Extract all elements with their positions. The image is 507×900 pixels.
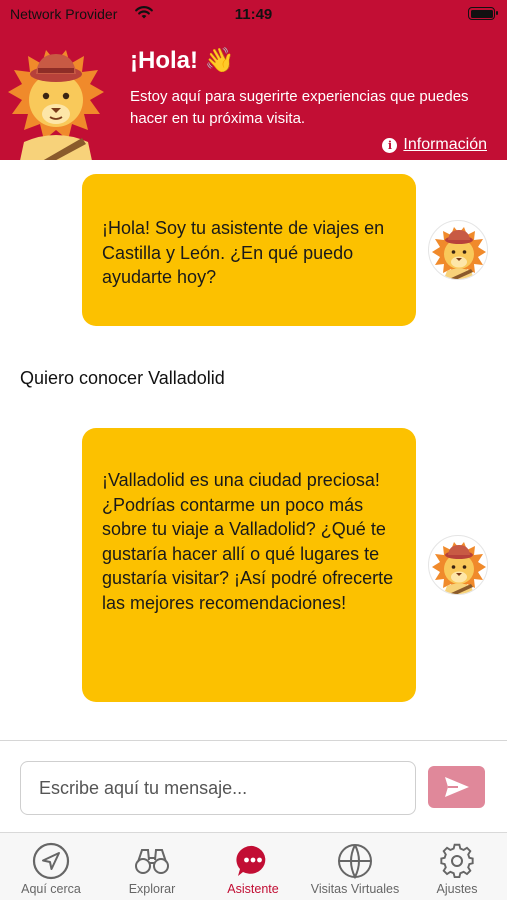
- tab-aqui-cerca[interactable]: Aquí cerca: [6, 833, 96, 900]
- greeting-subtitle: Estoy aquí para sugerirte experiencias q…: [130, 88, 469, 127]
- message-input[interactable]: [20, 761, 416, 815]
- assistant-message: ¡Valladolid es una ciudad preciosa! ¿Pod…: [82, 428, 416, 702]
- status-time: 11:49: [234, 6, 273, 23]
- send-icon: [444, 777, 469, 797]
- globe-icon: [336, 842, 374, 880]
- tab-label: Asistente: [227, 882, 279, 896]
- lion-avatar-icon: [428, 535, 488, 595]
- status-bar: Network Provider 11:49: [0, 0, 507, 28]
- assistant-message: ¡Hola! Soy tu asistente de viajes en Cas…: [82, 174, 416, 326]
- tab-asistente[interactable]: Asistente: [207, 833, 299, 900]
- navigation-arrow-icon: [32, 842, 70, 880]
- tab-label: Visitas Virtuales: [310, 882, 400, 896]
- header-banner: Network Provider 11:49 ¡Hola! 👋 Estoy aq…: [0, 0, 507, 160]
- binoculars-icon: [133, 842, 171, 880]
- info-link[interactable]: i Información: [382, 136, 487, 154]
- tab-explorar[interactable]: Explorar: [107, 833, 197, 900]
- battery-icon: [468, 7, 498, 20]
- greeting-title: ¡Hola! 👋: [130, 47, 235, 74]
- gear-icon: [438, 842, 476, 880]
- tab-label: Explorar: [128, 882, 176, 896]
- composer-divider: [0, 740, 507, 741]
- chat-bubble-icon: [234, 842, 272, 880]
- tab-label: Aquí cerca: [21, 882, 81, 896]
- tab-ajustes[interactable]: Ajustes: [414, 833, 500, 900]
- info-link-label: Información: [403, 136, 487, 153]
- chat-area[interactable]: ¡Hola! Soy tu asistente de viajes en Cas…: [0, 160, 507, 740]
- info-icon: i: [382, 137, 398, 153]
- user-message: Quiero conocer Valladolid: [20, 368, 225, 388]
- lion-avatar-icon: [428, 220, 488, 280]
- lion-mascot-icon: [4, 40, 108, 160]
- tab-bar: Aquí cerca Explorar Asistente Visitas Vi…: [0, 832, 507, 900]
- send-button[interactable]: [428, 766, 485, 808]
- tab-label: Ajustes: [436, 882, 478, 896]
- tab-visitas-virtuales[interactable]: Visitas Virtuales: [298, 833, 412, 900]
